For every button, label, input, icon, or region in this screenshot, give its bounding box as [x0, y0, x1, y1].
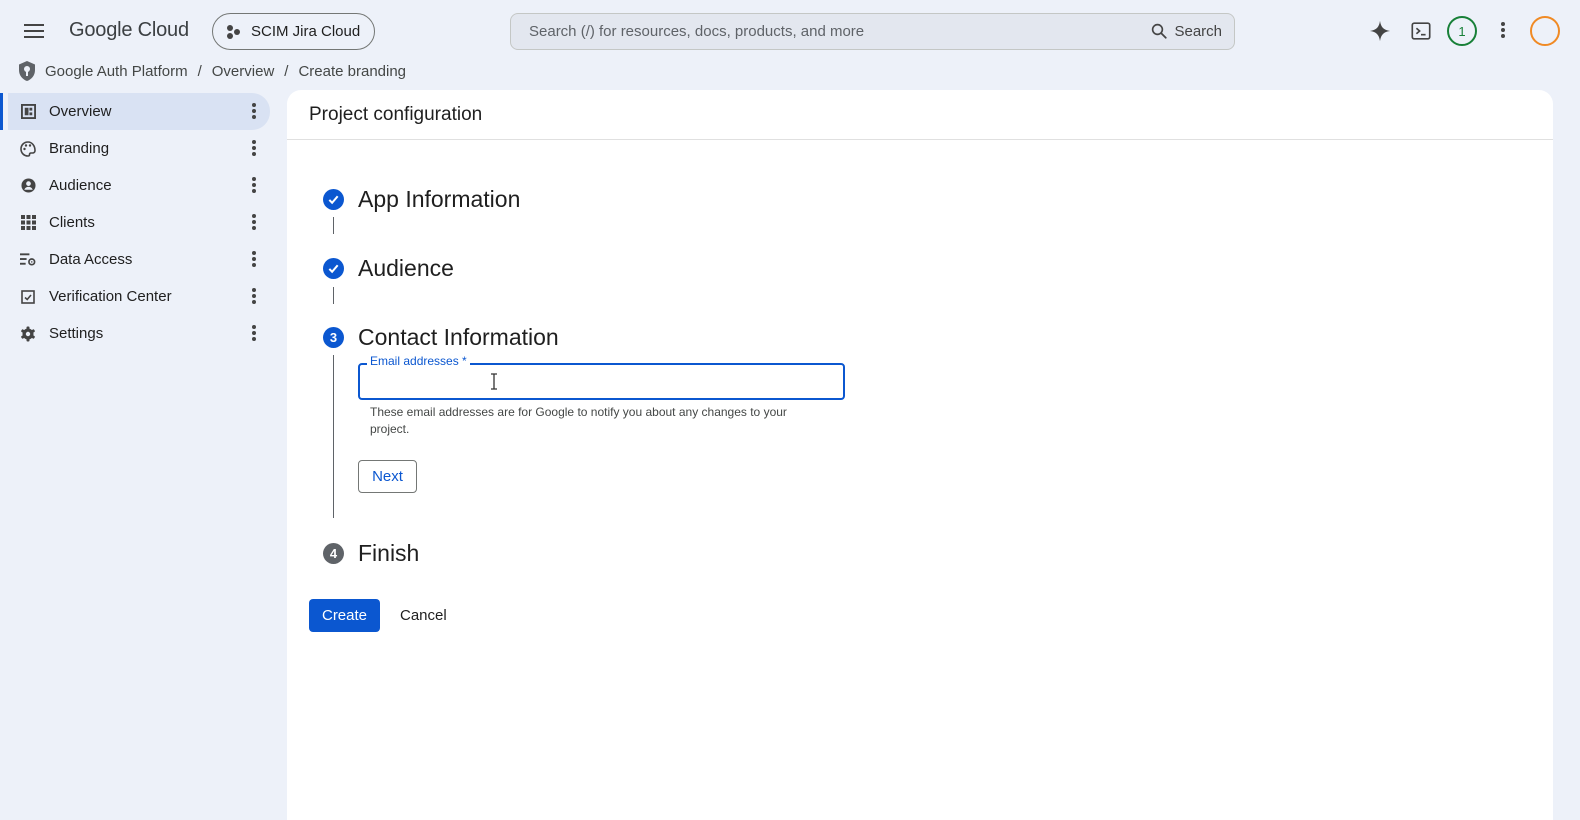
- palette-icon: [20, 140, 36, 157]
- sidebar-item-clients[interactable]: Clients: [8, 204, 270, 241]
- email-field-label: Email addresses *: [367, 354, 470, 368]
- search-input[interactable]: [529, 23, 1129, 40]
- more-vert-icon[interactable]: [252, 177, 256, 193]
- sidebar-item-label: Verification Center: [49, 288, 172, 305]
- check-circle-icon: [323, 189, 344, 210]
- breadcrumb-item-auth-platform[interactable]: Google Auth Platform: [45, 63, 188, 80]
- sidebar-item-label: Overview: [49, 103, 112, 120]
- email-input[interactable]: [358, 363, 845, 400]
- next-button[interactable]: Next: [358, 460, 417, 493]
- top-bar: Google Cloud SCIM Jira Cloud Search 1: [0, 0, 1580, 62]
- step-app-information[interactable]: App Information: [323, 186, 520, 213]
- step-number-badge: 4: [323, 543, 344, 564]
- shield-icon: [19, 61, 35, 81]
- search-button-label: Search: [1174, 22, 1222, 40]
- project-picker[interactable]: SCIM Jira Cloud: [212, 13, 375, 50]
- sidebar-item-label: Settings: [49, 325, 104, 342]
- divider: [287, 139, 1553, 140]
- sidebar-item-verification-center[interactable]: Verification Center: [8, 278, 270, 315]
- sidebar-item-data-access[interactable]: Data Access: [8, 241, 270, 278]
- dashboard-icon: [20, 104, 36, 120]
- sidebar-item-settings[interactable]: Settings: [8, 315, 270, 352]
- step-connector: [333, 355, 334, 518]
- sidebar-item-overview[interactable]: Overview: [0, 93, 270, 130]
- sidebar-item-label: Branding: [49, 140, 110, 157]
- more-vert-icon[interactable]: [252, 325, 256, 341]
- create-button[interactable]: Create: [309, 599, 380, 632]
- sidebar-item-label: Clients: [49, 214, 95, 231]
- google-cloud-logo[interactable]: Google Cloud: [69, 19, 189, 42]
- breadcrumb-separator: /: [197, 62, 202, 80]
- main-panel: Project configuration App Information Au…: [287, 90, 1553, 820]
- search-icon: [1152, 23, 1168, 39]
- cancel-button[interactable]: Cancel: [390, 599, 457, 632]
- sidebar-item-audience[interactable]: Audience: [8, 167, 270, 204]
- email-field[interactable]: Email addresses *: [358, 354, 845, 400]
- project-icon: [227, 24, 241, 39]
- step-contact-information[interactable]: 3 Contact Information: [323, 324, 559, 351]
- more-vert-icon[interactable]: [252, 103, 256, 119]
- breadcrumb-item-overview[interactable]: Overview: [212, 63, 275, 80]
- step-label: Contact Information: [358, 324, 559, 350]
- page-title: Project configuration: [309, 104, 483, 125]
- more-vert-icon[interactable]: [252, 288, 256, 304]
- step-connector: [333, 217, 334, 234]
- notification-count: 1: [1447, 16, 1477, 46]
- step-connector: [333, 287, 334, 304]
- more-options-icon[interactable]: [1488, 16, 1518, 46]
- gemini-sparkle-icon[interactable]: [1365, 16, 1395, 46]
- step-audience[interactable]: Audience: [323, 255, 454, 282]
- verification-icon: [20, 289, 36, 305]
- breadcrumb-item-create-branding: Create branding: [298, 62, 407, 80]
- step-label: App Information: [358, 186, 521, 212]
- step-label: Audience: [358, 255, 454, 281]
- more-vert-icon[interactable]: [252, 140, 256, 156]
- account-avatar[interactable]: [1530, 16, 1560, 46]
- person-icon: [20, 178, 36, 194]
- sidebar-item-label: Data Access: [49, 251, 133, 268]
- search-button[interactable]: Search: [1150, 22, 1222, 40]
- data-access-icon: [20, 252, 36, 268]
- grid-icon: [20, 215, 36, 231]
- more-vert-icon[interactable]: [252, 251, 256, 267]
- breadcrumb: Google Auth Platform / Overview / Create…: [17, 58, 406, 84]
- notifications-badge[interactable]: 1: [1447, 16, 1477, 46]
- step-number-badge: 3: [323, 327, 344, 348]
- check-circle-icon: [323, 258, 344, 279]
- breadcrumb-separator: /: [284, 62, 289, 80]
- gear-icon: [20, 326, 36, 342]
- cloud-shell-terminal-icon[interactable]: [1406, 16, 1436, 46]
- text-cursor-icon: [491, 373, 497, 390]
- avatar: [1530, 16, 1560, 46]
- more-vert-icon[interactable]: [252, 214, 256, 230]
- main-menu-button[interactable]: [22, 20, 46, 44]
- project-name: SCIM Jira Cloud: [251, 23, 361, 40]
- sidebar-item-label: Audience: [49, 177, 112, 194]
- email-helper-text: These email addresses are for Google to …: [370, 405, 787, 436]
- search-bar[interactable]: Search: [510, 13, 1235, 50]
- step-label: Finish: [358, 540, 420, 566]
- sidebar-item-branding[interactable]: Branding: [8, 130, 270, 167]
- step-finish[interactable]: 4 Finish: [323, 540, 419, 567]
- sidebar-nav: Overview Branding Audience Clients Data …: [0, 93, 270, 352]
